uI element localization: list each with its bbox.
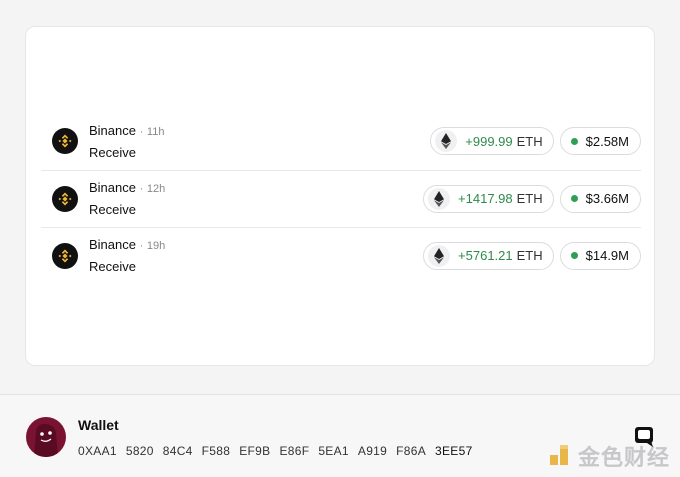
token-amount: +999.99: [465, 133, 513, 149]
usd-value: $14.9M: [585, 248, 629, 263]
token-unit: ETH: [516, 133, 543, 149]
transaction-row[interactable]: Binance · 12h Receive +1417.98 ETH $3.66…: [41, 170, 641, 226]
transaction-type: Receive: [89, 202, 136, 217]
transaction-source: Binance: [89, 122, 136, 138]
address-group: F86A: [396, 444, 427, 458]
token-amount-pill[interactable]: +5761.21 ETH: [423, 241, 554, 270]
binance-icon: [52, 242, 78, 269]
usd-value-pill[interactable]: $14.9M: [559, 241, 641, 270]
transaction-row[interactable]: Binance · 19h Receive +5761.21 ETH $14.9…: [41, 227, 641, 283]
usd-value-pill[interactable]: $2.58M: [559, 127, 641, 155]
binance-icon: [52, 185, 78, 212]
watermark-logo-icon: [548, 441, 574, 472]
separator: ·: [139, 240, 144, 252]
address-group: E86F: [279, 444, 310, 458]
address-group: EF9B: [239, 444, 271, 458]
transaction-meta: Binance · 19h Receive: [89, 237, 165, 274]
address-group: A919: [357, 444, 388, 458]
status-dot: [570, 252, 578, 259]
token-amount-pill[interactable]: +1417.98 ETH: [423, 184, 554, 213]
status-dot: [570, 195, 578, 202]
token-unit: ETH: [516, 248, 543, 263]
ethereum-icon: [428, 187, 451, 210]
transaction-type: Receive: [89, 144, 136, 160]
token-amount-pill[interactable]: +999.99 ETH: [430, 127, 554, 155]
separator: ·: [139, 183, 144, 195]
address-group: F588: [201, 444, 231, 458]
wallet-title: Wallet: [78, 417, 119, 433]
transaction-row[interactable]: Binance · 11h Receive +999.99 ETH $2.58M: [41, 113, 641, 169]
transaction-source: Binance: [89, 237, 136, 252]
ethereum-icon: [435, 130, 458, 152]
ethereum-icon: [428, 244, 451, 267]
usd-value-pill[interactable]: $3.66M: [559, 184, 641, 213]
token-amount: +5761.21: [458, 248, 513, 263]
transaction-meta: Binance · 11h Receive: [89, 123, 164, 160]
chat-icon[interactable]: [633, 425, 657, 454]
avatar[interactable]: [26, 417, 66, 457]
address-group: 0XAA1: [78, 444, 117, 458]
transactions-card: Binance · 11h Receive +999.99 ETH $2.58M: [25, 26, 655, 366]
address-group: 3EE57: [435, 444, 473, 458]
transaction-source: Binance: [89, 180, 136, 195]
transaction-time: 11h: [146, 125, 165, 138]
token-unit: ETH: [516, 191, 543, 206]
separator: ·: [139, 125, 144, 138]
usd-value: $3.66M: [585, 191, 629, 206]
token-amount: +1417.98: [458, 191, 513, 206]
usd-value: $2.58M: [585, 133, 629, 149]
binance-icon: [52, 128, 78, 154]
transaction-time: 12h: [146, 183, 166, 195]
status-dot: [570, 137, 578, 145]
wallet-address[interactable]: 0XAA1 5820 84C4 F588 EF9B E86F 5EA1 A919…: [78, 444, 473, 458]
address-group: 5EA1: [318, 444, 349, 458]
transaction-meta: Binance · 12h Receive: [89, 180, 165, 217]
transaction-type: Receive: [89, 259, 136, 274]
transaction-time: 19h: [146, 240, 166, 252]
address-group: 5820: [125, 444, 154, 458]
address-group: 84C4: [162, 444, 193, 458]
